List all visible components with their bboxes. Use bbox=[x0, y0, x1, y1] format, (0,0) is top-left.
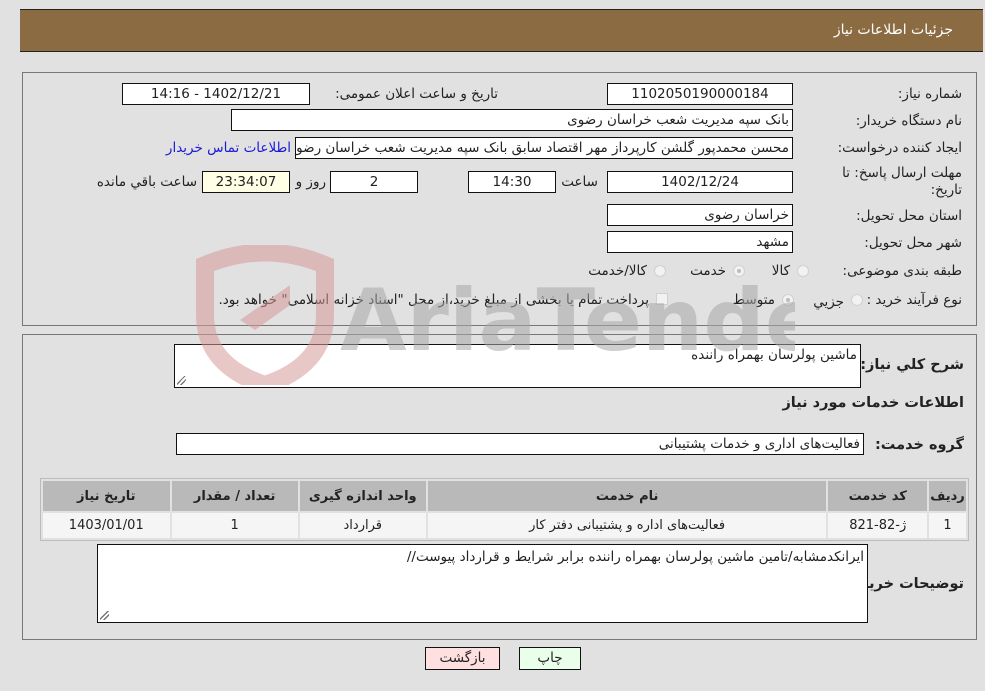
need-number-field[interactable]: 1102050190000184 bbox=[607, 83, 793, 105]
summary-label: شرح کلي نیاز: bbox=[860, 357, 964, 373]
cell-service-code: ژ-82-821 bbox=[828, 513, 928, 538]
buyer-notes-textarea[interactable]: ایرانکدمشابه/تامین ماشین پولرسان بهمراه … bbox=[97, 544, 868, 623]
col-header-quantity: تعداد / مقدار bbox=[171, 481, 298, 511]
city-label: شهر محل تحویل: bbox=[864, 235, 962, 251]
print-button[interactable]: چاپ bbox=[519, 647, 581, 670]
category-option-service: خدمت bbox=[690, 263, 726, 279]
col-header-row-number: ردیف bbox=[929, 481, 966, 511]
need-number-label: شماره نیاز: bbox=[897, 86, 962, 102]
remaining-label: ساعت باقي مانده bbox=[96, 174, 197, 190]
process-radio-minor[interactable] bbox=[851, 294, 863, 306]
process-option-medium: متوسط bbox=[732, 292, 775, 308]
col-header-service-name: نام خدمت bbox=[427, 481, 827, 511]
deadline-date-field[interactable]: 1402/12/24 bbox=[607, 171, 793, 193]
deadline-time-label: ساعت bbox=[561, 174, 598, 190]
category-label: طبقه بندی موضوعی: bbox=[842, 263, 962, 279]
treasury-checkbox[interactable] bbox=[656, 293, 668, 305]
cell-service-name: فعالیت‌های اداره و پشتیبانی دفتر کار bbox=[427, 513, 827, 538]
process-option-minor: جزيي bbox=[813, 294, 844, 310]
page-title: جزئیات اطلاعات نیاز bbox=[833, 22, 953, 38]
cell-quantity: 1 bbox=[171, 513, 298, 538]
services-table: ردیف کد خدمت نام خدمت واحد اندازه گیری ت… bbox=[40, 478, 969, 541]
table-header-row: ردیف کد خدمت نام خدمت واحد اندازه گیری ت… bbox=[43, 481, 966, 511]
service-group-label: گروه خدمت: bbox=[874, 437, 964, 453]
province-label: استان محل تحویل: bbox=[856, 208, 962, 224]
deadline-label: مهلت ارسال پاسخ: تا تاریخ: bbox=[842, 165, 962, 198]
page-header: جزئیات اطلاعات نیاز bbox=[20, 9, 983, 52]
announce-datetime-field[interactable]: 1402/12/21 - 14:16 bbox=[122, 83, 310, 105]
services-panel: شرح کلي نیاز: ماشین پولرسان بهمراه رانند… bbox=[22, 334, 977, 640]
deadline-time-field[interactable]: 14:30 bbox=[468, 171, 556, 193]
col-header-service-code: کد خدمت bbox=[828, 481, 928, 511]
category-radio-goods-service[interactable] bbox=[654, 265, 666, 277]
buyer-contact-link[interactable]: اطلاعات تماس خریدار bbox=[166, 140, 291, 156]
process-label: نوع فرآیند خرید : bbox=[866, 292, 962, 308]
need-details-panel: شماره نیاز: 1102050190000184 تاریخ و ساع… bbox=[22, 72, 977, 326]
summary-textarea[interactable]: ماشین پولرسان بهمراه راننده bbox=[174, 344, 861, 388]
cell-row-number: 1 bbox=[929, 513, 966, 538]
buyer-org-field[interactable]: بانک سپه مدیریت شعب خراسان رضوی bbox=[231, 109, 793, 131]
process-radio-medium[interactable] bbox=[782, 294, 794, 306]
announce-label: تاریخ و ساعت اعلان عمومی: bbox=[335, 86, 498, 102]
category-option-goods-service: کالا/خدمت bbox=[588, 263, 647, 279]
col-header-unit: واحد اندازه گیری bbox=[299, 481, 426, 511]
creator-label: ایجاد کننده درخواست: bbox=[837, 140, 962, 156]
table-row: 1 ژ-82-821 فعالیت‌های اداره و پشتیبانی د… bbox=[43, 513, 966, 538]
category-option-goods: کالا bbox=[771, 263, 790, 279]
treasury-note: پرداخت تمام یا بخشی از مبلغ خرید،از محل … bbox=[218, 292, 649, 308]
back-button[interactable]: بازگشت bbox=[425, 647, 500, 670]
cell-need-date: 1403/01/01 bbox=[43, 513, 170, 538]
buyer-org-label: نام دستگاه خریدار: bbox=[855, 113, 962, 129]
resize-grip-icon[interactable] bbox=[177, 376, 186, 385]
services-section-title: اطلاعات خدمات مورد نیاز bbox=[782, 395, 964, 411]
cell-unit: قرارداد bbox=[299, 513, 426, 538]
days-remaining-field[interactable]: 2 bbox=[330, 171, 418, 193]
col-header-need-date: تاریخ نیاز bbox=[43, 481, 170, 511]
creator-field[interactable]: محسن محمدپور گلشن کارپرداز مهر اقتصاد سا… bbox=[295, 137, 793, 159]
buyer-notes-text: ایرانکدمشابه/تامین ماشین پولرسان بهمراه … bbox=[406, 549, 864, 565]
remaining-time-field[interactable]: 23:34:07 bbox=[202, 171, 290, 193]
city-field[interactable]: مشهد bbox=[607, 231, 793, 253]
category-radio-service[interactable] bbox=[733, 265, 745, 277]
category-radio-goods[interactable] bbox=[797, 265, 809, 277]
resize-grip-icon[interactable] bbox=[100, 611, 109, 620]
days-label: روز و bbox=[295, 174, 326, 190]
summary-text: ماشین پولرسان بهمراه راننده bbox=[691, 347, 857, 363]
province-field[interactable]: خراسان رضوی bbox=[607, 204, 793, 226]
service-group-field[interactable]: فعالیت‌های اداری و خدمات پشتیبانی bbox=[176, 433, 864, 455]
